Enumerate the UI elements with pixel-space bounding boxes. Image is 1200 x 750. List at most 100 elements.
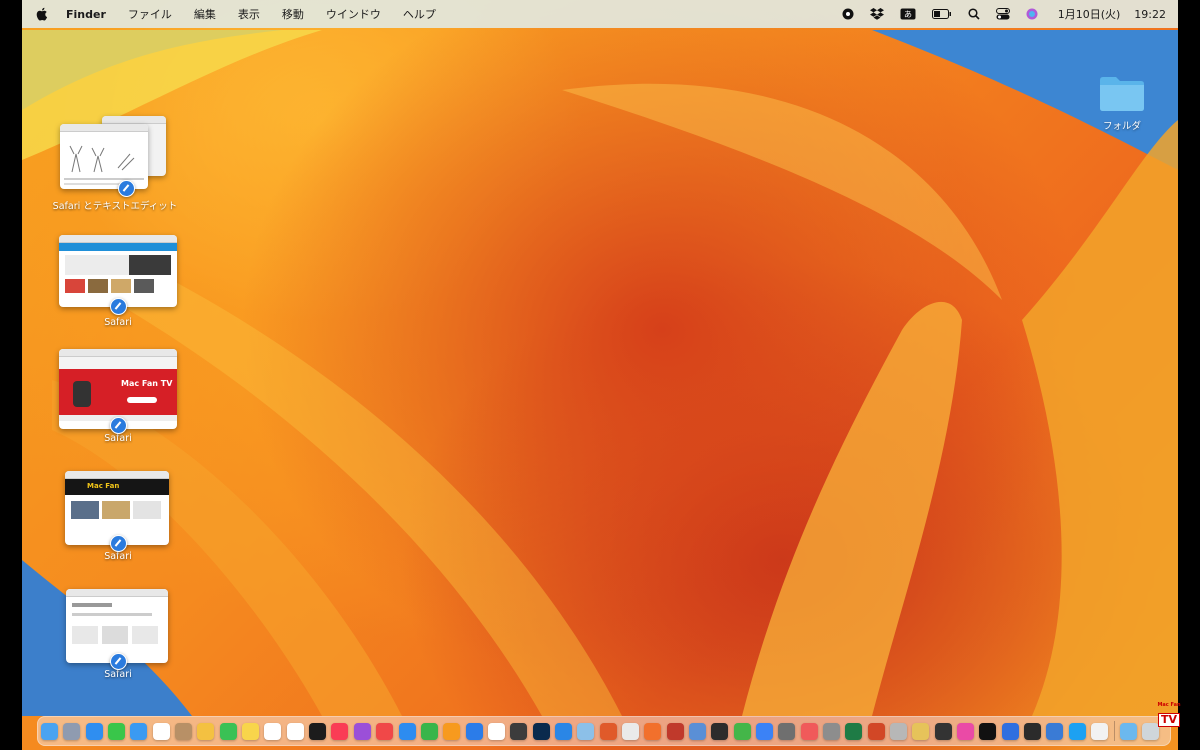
reminders-icon[interactable] [264,722,282,740]
stack-thumbnail [58,235,178,315]
firefox-icon[interactable] [644,722,662,740]
xit-icon[interactable] [979,722,997,740]
safari-badge-icon [110,535,127,552]
menu-app-finder[interactable]: Finder [66,8,106,21]
finder-icon[interactable] [41,722,58,740]
stack-label: Safari [104,669,132,680]
safari-window-thumbnail [60,124,148,189]
launchpad-icon[interactable] [63,722,81,740]
mac-fan-tv-logo: Mac Fan TV [1153,702,1185,728]
notes-icon[interactable] [242,722,260,740]
clock-icon[interactable] [487,722,505,740]
shortcuts-icon[interactable] [957,722,975,740]
stack-safari-1[interactable]: Safari [48,235,188,328]
safari-badge-icon [118,180,135,197]
stack-thumbnail: Mac Fan TV [58,349,178,434]
stack-label: Safari とテキストエディット [52,201,178,212]
screenflow-icon[interactable] [800,722,818,740]
mirror-icon[interactable] [823,722,841,740]
excel-icon[interactable] [845,722,863,740]
textedit-icon[interactable] [1091,722,1109,740]
final-cut-icon[interactable] [510,722,528,740]
script-icon[interactable] [890,722,908,740]
spotlight-search-icon[interactable] [968,8,980,20]
siri-icon[interactable] [1026,8,1038,20]
messages-icon[interactable] [108,722,126,740]
obs-icon[interactable] [934,722,952,740]
screensharing-icon[interactable] [1046,722,1064,740]
stack-label: Safari [104,551,132,562]
menu-help[interactable]: ヘルプ [403,6,436,22]
mail-icon[interactable] [130,722,148,740]
evernote-icon[interactable] [733,722,751,740]
facetime-icon[interactable] [219,722,237,740]
stack-safari-4[interactable]: Safari [48,589,188,680]
stack-label: Safari [104,433,132,444]
stack-label: Safari [104,317,132,328]
twitter-icon[interactable] [1068,722,1086,740]
messenger-icon[interactable] [756,722,773,740]
chrome-icon[interactable] [621,722,639,740]
safari-icon[interactable] [85,722,103,740]
tv-icon[interactable] [309,722,327,740]
podcasts-icon[interactable] [353,722,371,740]
safari-badge-icon [110,653,127,670]
folder-icon [1100,77,1144,111]
desktop: Finder ファイル 編集 表示 移動 ウインドウ ヘルプ あ 1月10日(火… [22,0,1178,750]
stack-thumbnail [66,589,170,670]
menu-date[interactable]: 1月10日(火) [1058,6,1121,22]
menu-time[interactable]: 19:22 [1134,8,1166,21]
powerpoint-icon[interactable] [867,722,885,740]
safari-badge-icon [110,298,127,315]
desktop-folder[interactable]: フォルダ [1082,74,1162,132]
menu-view[interactable]: 表示 [238,6,260,22]
keynote-icon[interactable] [465,722,483,740]
dropbox-icon[interactable] [869,8,884,20]
folder-label: フォルダ [1102,121,1141,132]
app-store-icon[interactable] [398,722,416,740]
dock [37,716,1171,746]
pixelmator-icon[interactable] [599,722,617,740]
automator-icon[interactable] [912,722,930,740]
svg-text:あ: あ [904,10,912,19]
menu-go[interactable]: 移動 [282,6,304,22]
record-status-icon[interactable] [842,8,854,20]
photoshop-icon[interactable] [532,722,550,740]
menu-file[interactable]: ファイル [128,6,172,22]
safari-badge-icon [110,417,127,434]
downloads-folder-icon[interactable] [1119,722,1137,740]
input-method-icon[interactable]: あ [900,8,916,20]
freeform-icon[interactable] [286,722,304,740]
xcode-icon[interactable] [554,722,572,740]
camo-icon[interactable] [1001,722,1019,740]
pencil-icon[interactable] [778,722,796,740]
menu-edit[interactable]: 編集 [194,6,216,22]
safari-window-thumbnail [66,589,168,663]
logo-tv: TV [1157,713,1181,727]
music-icon[interactable] [331,722,349,740]
stack-safari-2[interactable]: Mac Fan TV Safari [48,349,188,444]
menu-bar: Finder ファイル 編集 表示 移動 ウインドウ ヘルプ あ 1月10日(火… [22,0,1178,28]
transmit-icon[interactable] [688,722,706,740]
stack-thumbnail [60,116,170,197]
preview-icon[interactable] [577,722,595,740]
davinci-icon[interactable] [666,722,684,740]
photos-icon[interactable] [197,722,215,740]
audio-icon[interactable] [1024,722,1042,740]
stack-safari-textedit[interactable]: Safari とテキストエディット [45,116,185,212]
dock-separator [1113,721,1115,741]
mac-fan-tv-banner: Mac Fan TV [121,379,173,388]
pages-icon[interactable] [443,722,461,740]
logo-brand: Mac Fan [1157,702,1181,708]
stack-thumbnail: Mac Fan [65,471,171,552]
battery-icon[interactable] [931,9,952,19]
stack-safari-3[interactable]: Mac Fan Safari [48,471,188,562]
calendar-icon[interactable] [152,722,170,740]
apple-menu-icon[interactable] [36,7,48,21]
news-icon[interactable] [376,722,394,740]
menu-window[interactable]: ウインドウ [326,6,381,22]
contacts-icon[interactable] [175,722,193,740]
control-center-icon[interactable] [995,8,1010,20]
numbers-icon[interactable] [420,722,438,740]
terminal-icon[interactable] [711,722,729,740]
